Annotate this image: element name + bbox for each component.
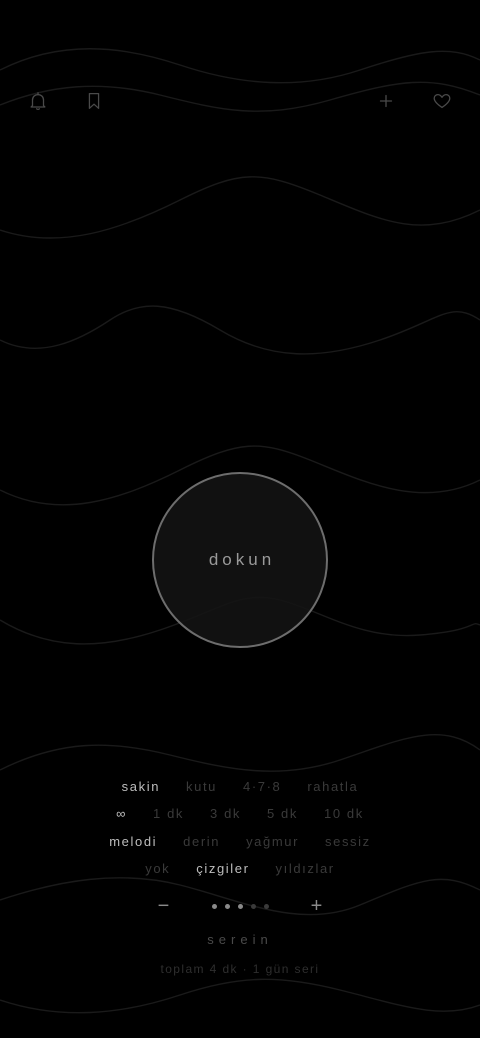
sound-option-melodi[interactable]: melodi [109, 834, 157, 849]
sound-option-derin[interactable]: derin [183, 834, 220, 849]
session-stats: toplam 4 dk · 1 gün seri [160, 962, 320, 976]
wave-line [0, 81, 480, 112]
speed-dot [250, 903, 256, 909]
duration-option-5[interactable]: 5 dk [267, 806, 298, 821]
wave-line [0, 48, 480, 84]
duration-selector: ∞ 1 dk 3 dk 5 dk 10 dk [0, 806, 480, 821]
wave-line [0, 305, 480, 355]
sound-option-sessiz[interactable]: sessiz [325, 834, 371, 849]
wave-line [0, 176, 480, 239]
duration-option-3[interactable]: 3 dk [210, 806, 241, 821]
visual-selector: yok çizgiler yıldızlar [0, 861, 480, 876]
plus-icon[interactable] [374, 89, 398, 113]
breath-pattern-selector: sakin kutu 4·7·8 rahatla [0, 779, 480, 794]
tap-circle-button[interactable]: dokun [152, 472, 328, 648]
visual-option-yok[interactable]: yok [145, 861, 170, 876]
breathing-screen: dokun sakin kutu 4·7·8 rahatla ∞ 1 dk 3 … [0, 0, 480, 1038]
speed-dot [211, 903, 217, 909]
speed-dot [224, 903, 230, 909]
duration-option-10[interactable]: 10 dk [324, 806, 364, 821]
speed-dot [237, 903, 243, 909]
breath-option-sakin[interactable]: sakin [122, 779, 160, 794]
breath-option-kutu[interactable]: kutu [186, 779, 217, 794]
visual-option-yildizlar[interactable]: yıldızlar [276, 861, 335, 876]
speed-dot [263, 903, 269, 909]
breath-option-478[interactable]: 4·7·8 [243, 779, 281, 794]
tap-label: dokun [208, 550, 276, 569]
duration-option-infinite[interactable]: ∞ [116, 806, 127, 821]
visual-option-cizgiler[interactable]: çizgiler [196, 861, 249, 876]
bookmark-icon[interactable] [82, 89, 106, 113]
heart-icon[interactable] [430, 89, 454, 113]
bell-icon[interactable] [26, 89, 50, 113]
wave-line [0, 978, 480, 1014]
app-name: serein [207, 932, 273, 947]
speed-level-dots [211, 903, 269, 909]
breath-option-rahatla[interactable]: rahatla [307, 779, 358, 794]
wave-line [0, 734, 480, 772]
sound-option-yagmur[interactable]: yağmur [246, 834, 299, 849]
speed-stepper: − + [0, 894, 480, 918]
duration-option-1[interactable]: 1 dk [153, 806, 184, 821]
decrease-button[interactable]: − [154, 894, 174, 918]
increase-button[interactable]: + [307, 894, 327, 918]
sound-selector: melodi derin yağmur sessiz [0, 834, 480, 849]
